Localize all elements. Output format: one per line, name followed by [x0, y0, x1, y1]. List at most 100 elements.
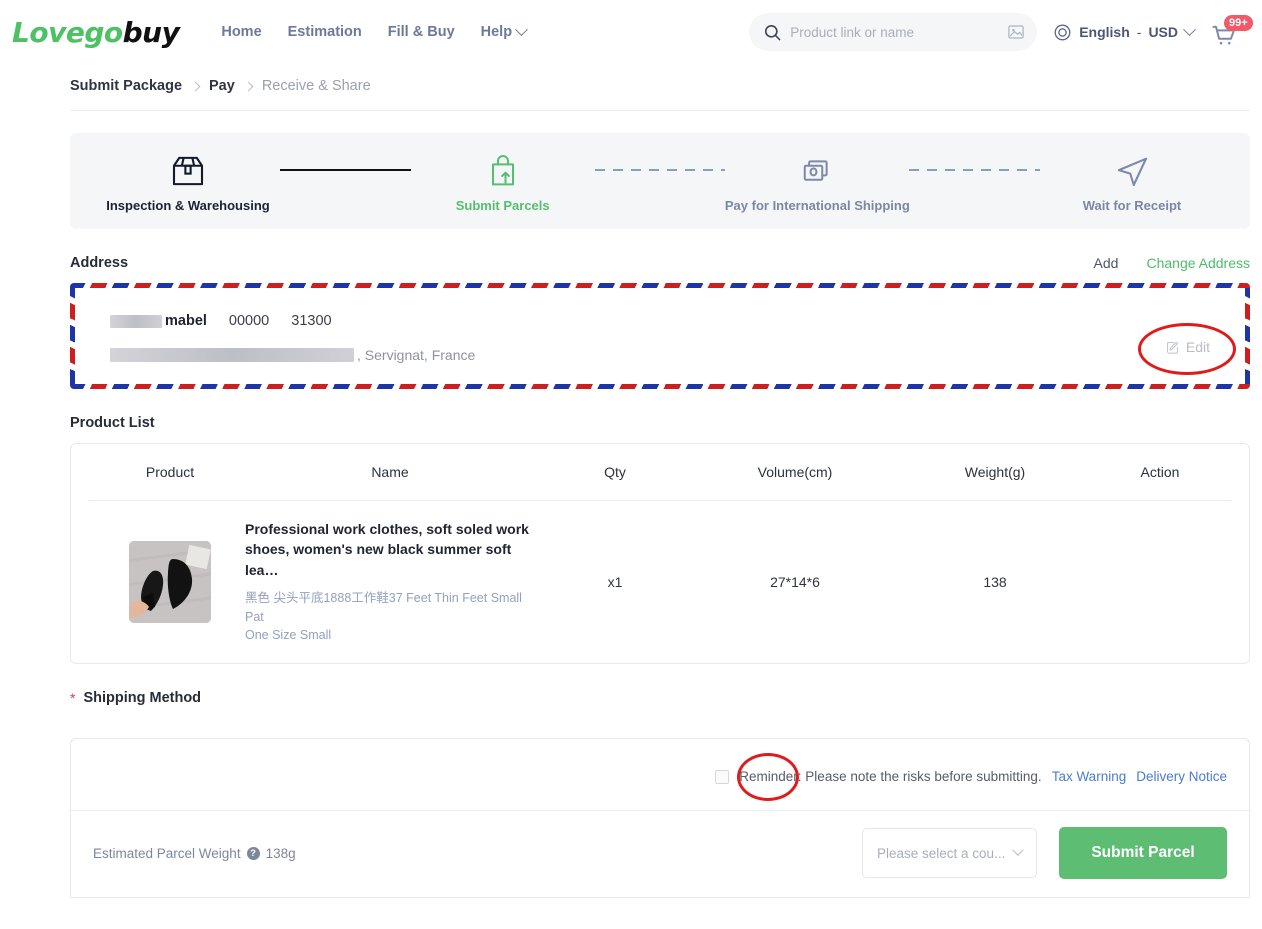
- address-detail-line: , Servignat, France: [110, 347, 1228, 363]
- image-search-icon[interactable]: [1007, 23, 1025, 41]
- reminder-row: Reminder: Please note the risks before s…: [71, 739, 1249, 784]
- column-header-name: Name: [371, 464, 409, 480]
- product-variant-line1: 黑色 尖头平底1888工作鞋37 Feet Thin Feet Small Pa…: [245, 590, 522, 624]
- product-variant: 黑色 尖头平底1888工作鞋37 Feet Thin Feet Small Pa…: [245, 589, 535, 645]
- product-list-title: Product List: [70, 415, 155, 431]
- step-label: Submit Parcels: [455, 197, 550, 213]
- redacted-street-address: [110, 348, 354, 362]
- breadcrumb-item-pay[interactable]: Pay: [209, 78, 235, 94]
- main-nav: Home Estimation Fill & Buy Help: [221, 22, 528, 40]
- reminder-text: Reminder: Please note the risks before s…: [739, 769, 1042, 785]
- address-section-header: Address Add Change Address: [70, 255, 1250, 271]
- submit-panel: Reminder: Please note the risks before s…: [70, 738, 1250, 899]
- product-table-header: Product Name Qty Volume(cm) Weight(g) Ac…: [71, 444, 1249, 500]
- change-address-button[interactable]: Change Address: [1146, 255, 1250, 271]
- submit-controls: Please select a cou... Submit Parcel: [862, 827, 1227, 880]
- language-separator: -: [1136, 24, 1142, 40]
- logo-text-secondary: buy: [122, 15, 180, 49]
- box-icon: [172, 156, 204, 185]
- delivery-notice-link[interactable]: Delivery Notice: [1136, 769, 1227, 784]
- recipient-last-name: mabel: [165, 313, 207, 329]
- nav-item-home[interactable]: Home: [221, 24, 261, 40]
- step-label: Wait for Receipt: [1082, 197, 1182, 213]
- product-variant-line2: One Size Small: [245, 628, 332, 643]
- search-icon: [765, 24, 781, 40]
- breadcrumb-item-submit-package[interactable]: Submit Package: [70, 78, 182, 94]
- address-card[interactable]: mabel 00000 31300 , Servignat, France Ed…: [70, 283, 1250, 389]
- redacted-first-name: [110, 314, 162, 328]
- payment-cards-icon: [804, 159, 828, 181]
- header-divider: [70, 110, 1250, 111]
- product-image[interactable]: [129, 541, 211, 624]
- product-list-section-header: Product List: [70, 415, 1250, 431]
- black-shoes-photo: [129, 541, 211, 624]
- submit-parcel-button[interactable]: Submit Parcel: [1059, 827, 1227, 880]
- product-qty: x1: [607, 574, 623, 591]
- brand-logo[interactable]: Lovegobuy: [12, 15, 180, 49]
- header-actions: English - USD 99+: [749, 13, 1253, 51]
- progress-stepper: Inspection & Warehousing Submit Parcels …: [70, 133, 1250, 229]
- nav-item-estimation[interactable]: Estimation: [288, 24, 362, 40]
- cart-button[interactable]: 99+: [1210, 15, 1253, 49]
- step-label: Inspection & Warehousing: [106, 197, 270, 213]
- estimated-weight-value: 138g: [265, 845, 296, 861]
- column-header-action: Action: [1140, 464, 1180, 480]
- nav-item-label: Fill & Buy: [387, 24, 455, 40]
- country-select-placeholder: Please select a cou...: [877, 845, 1006, 861]
- step-pay-international-shipping[interactable]: Pay for International Shipping: [725, 150, 910, 213]
- recipient-postal-code: 31300: [291, 313, 332, 329]
- bag-upload-icon: [491, 154, 514, 185]
- search-input[interactable]: [790, 24, 1000, 40]
- column-header-weight: Weight(g): [964, 464, 1026, 480]
- edit-label: Edit: [1185, 339, 1210, 355]
- tax-warning-link[interactable]: Tax Warning: [1052, 769, 1127, 784]
- chevron-down-icon: [1012, 844, 1024, 856]
- breadcrumb-item-receive-share[interactable]: Receive & Share: [262, 78, 371, 94]
- step-inspection-warehousing[interactable]: Inspection & Warehousing: [98, 150, 278, 213]
- stepper-connector-2: [594, 168, 726, 172]
- product-volume: 27*14*6: [770, 574, 820, 591]
- shipping-method-title: Shipping Method: [83, 690, 202, 707]
- address-primary-line: mabel 00000 31300: [110, 313, 1228, 329]
- stepper-connector-3: [909, 168, 1041, 172]
- globe-icon: [1054, 24, 1071, 40]
- product-name-cell: Professional work clothes, soft soled wo…: [245, 519, 535, 645]
- address-section-title: Address: [70, 255, 129, 271]
- estimated-parcel-weight: Estimated Parcel Weight ? 138g: [93, 846, 296, 861]
- question-mark-icon[interactable]: ?: [246, 846, 260, 860]
- breadcrumb: Submit Package Pay Receive & Share: [0, 64, 1262, 110]
- site-header: Lovegobuy Home Estimation Fill & Buy Hel…: [0, 0, 1262, 64]
- nav-item-label: Home: [221, 24, 262, 40]
- column-header-qty: Qty: [604, 464, 626, 480]
- product-weight: 138: [983, 574, 1007, 591]
- edit-address-button[interactable]: Edit: [1165, 339, 1210, 355]
- address-city-country: , Servignat, France: [357, 347, 476, 363]
- product-list-panel: Product Name Qty Volume(cm) Weight(g) Ac…: [70, 443, 1250, 665]
- table-row: Professional work clothes, soft soled wo…: [71, 501, 1249, 663]
- stepper-connector-1: [280, 168, 411, 172]
- chevron-down-icon: [515, 22, 528, 36]
- nav-item-fill-and-buy[interactable]: Fill & Buy: [388, 24, 455, 40]
- search-bar[interactable]: [749, 13, 1038, 51]
- language-label: English: [1079, 24, 1130, 40]
- recipient-name: mabel: [110, 313, 207, 329]
- step-submit-parcels[interactable]: Submit Parcels: [413, 150, 593, 213]
- reminder-checkbox[interactable]: [715, 769, 730, 784]
- cart-count-badge: 99+: [1224, 15, 1253, 31]
- nav-item-help[interactable]: Help: [480, 22, 528, 40]
- submit-actions-row: Estimated Parcel Weight ? 138g Please se…: [71, 811, 1249, 880]
- shipping-method-header: * Shipping Method: [70, 690, 1250, 706]
- language-currency-selector[interactable]: English - USD: [1053, 22, 1196, 42]
- country-select[interactable]: Please select a cou...: [862, 828, 1037, 879]
- column-header-product: Product: [145, 464, 195, 480]
- estimated-weight-label: Estimated Parcel Weight: [93, 845, 241, 861]
- chevron-right-icon: [190, 81, 201, 91]
- add-address-button[interactable]: Add: [1094, 255, 1119, 271]
- currency-label: USD: [1148, 24, 1178, 40]
- chevron-down-icon: [1183, 22, 1196, 36]
- recipient-phone: 00000: [228, 313, 270, 329]
- nav-item-label: Help: [480, 24, 513, 40]
- step-wait-for-receipt[interactable]: Wait for Receipt: [1042, 150, 1222, 213]
- address-section-actions: Add Change Address: [1094, 255, 1250, 271]
- edit-pencil-icon: [1166, 341, 1179, 354]
